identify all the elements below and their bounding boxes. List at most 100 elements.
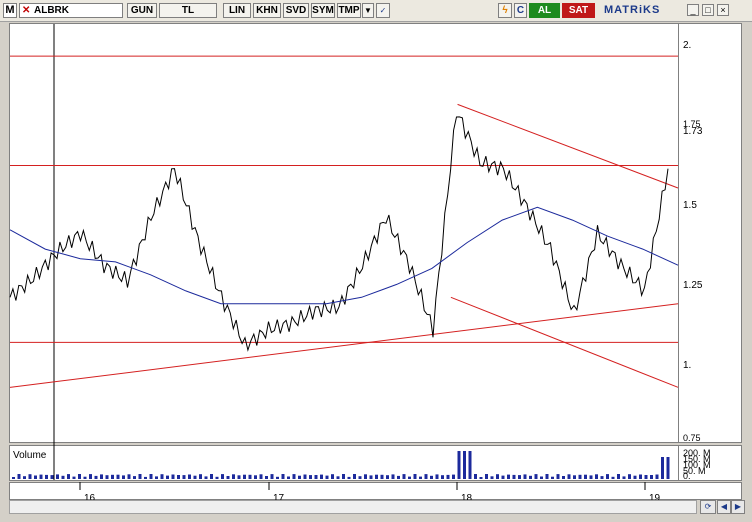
trend-line (457, 103, 679, 189)
volume-bar (435, 474, 439, 479)
volume-bar (501, 475, 505, 479)
scroll-left-button[interactable]: ◀ (717, 500, 731, 514)
volume-bar (177, 475, 180, 479)
volume-bar (347, 476, 351, 479)
volume-bar (534, 474, 538, 479)
volume-bar (155, 476, 158, 479)
volume-bar (512, 474, 516, 479)
volume-bar (342, 474, 345, 479)
volume-bar (380, 474, 384, 479)
volume-bar (111, 474, 114, 479)
volume-bar (78, 474, 81, 479)
volume-bar (402, 474, 406, 479)
volume-bar (639, 474, 642, 479)
volume-bar (39, 474, 43, 479)
volume-bar (281, 474, 285, 479)
volume-bar (358, 476, 362, 479)
volume-bar (232, 474, 235, 479)
sync-button[interactable]: ⟳ (700, 500, 716, 514)
volume-bar (600, 476, 604, 479)
volume-bar (540, 476, 543, 479)
volume-bar (17, 474, 21, 479)
y-tick-label: 0.75 (683, 433, 701, 443)
volume-bar (397, 475, 400, 479)
volume-bar (413, 474, 417, 479)
volume-bar (331, 474, 334, 479)
volume-bar (518, 475, 521, 479)
volume-bar (259, 474, 263, 479)
volume-bar (193, 475, 197, 479)
volume-bar (243, 474, 246, 479)
volume-bar (221, 474, 224, 479)
volume-bar (314, 475, 318, 479)
moving-average-line (9, 206, 679, 305)
volume-bar (446, 474, 450, 479)
volume-bar (650, 475, 653, 479)
volume-bar (589, 475, 593, 479)
volume-bar (171, 474, 175, 479)
volume-bar (237, 475, 241, 479)
volume-bar (182, 475, 186, 479)
volume-bar (50, 475, 54, 479)
volume-bar (100, 474, 103, 479)
volume-bar (166, 475, 169, 479)
volume-bar (666, 457, 670, 479)
volume-bar (276, 476, 279, 479)
volume-bar (496, 474, 499, 479)
volume-label: Volume (13, 450, 47, 461)
arrow-left-icon: ◀ (720, 502, 728, 511)
volume-bar (61, 475, 65, 479)
volume-bar (56, 474, 59, 479)
volume-bar (452, 474, 455, 479)
volume-bar (133, 476, 136, 479)
volume-bar (210, 474, 213, 479)
volume-bar (468, 451, 472, 479)
volume-bar (226, 476, 230, 479)
volume-bar (287, 476, 290, 479)
volume-bar (408, 476, 411, 479)
volume-bar (105, 475, 109, 479)
y-tick-label: 1.5 (683, 200, 697, 211)
volume-bar (375, 474, 378, 479)
chart-canvas (9, 24, 679, 490)
volume-bar (144, 476, 147, 479)
volume-bar (463, 451, 466, 479)
volume-bar (292, 474, 296, 479)
volume-bar (529, 475, 532, 479)
volume-bar (479, 477, 483, 479)
volume-bar (325, 475, 329, 479)
volume-bar (303, 474, 307, 479)
volume-bar (644, 475, 648, 479)
volume-bar (215, 476, 219, 479)
volume-bar (490, 476, 494, 479)
volume-bar (573, 475, 576, 479)
volume-bar (386, 475, 389, 479)
volume-bar (562, 476, 565, 479)
volume-bar (353, 474, 356, 479)
y-tick-label: 1.25 (683, 280, 703, 291)
volume-bar (94, 475, 98, 479)
volume-bar (485, 474, 488, 479)
volume-bar (391, 474, 395, 479)
volume-bar (474, 474, 477, 479)
volume-bar (309, 475, 312, 479)
horizontal-scrollbar[interactable] (9, 500, 697, 514)
y-tick-label: 1. (683, 360, 692, 371)
volume-bar (419, 476, 422, 479)
volume-bar (617, 474, 620, 479)
volume-bar (188, 474, 191, 479)
volume-bar (116, 474, 120, 479)
scroll-right-button[interactable]: ▶ (731, 500, 745, 514)
volume-bar (424, 474, 428, 479)
volume-bar (364, 474, 367, 479)
volume-bar (149, 474, 153, 479)
price-line (9, 116, 669, 352)
volume-bar (595, 474, 598, 479)
volume-bar (655, 474, 659, 479)
volume-bar (23, 476, 26, 479)
volume-bar (611, 476, 615, 479)
volume-bar (138, 474, 142, 479)
volume-bar (160, 474, 164, 479)
volume-bar (254, 475, 257, 479)
trend-line (9, 303, 679, 388)
